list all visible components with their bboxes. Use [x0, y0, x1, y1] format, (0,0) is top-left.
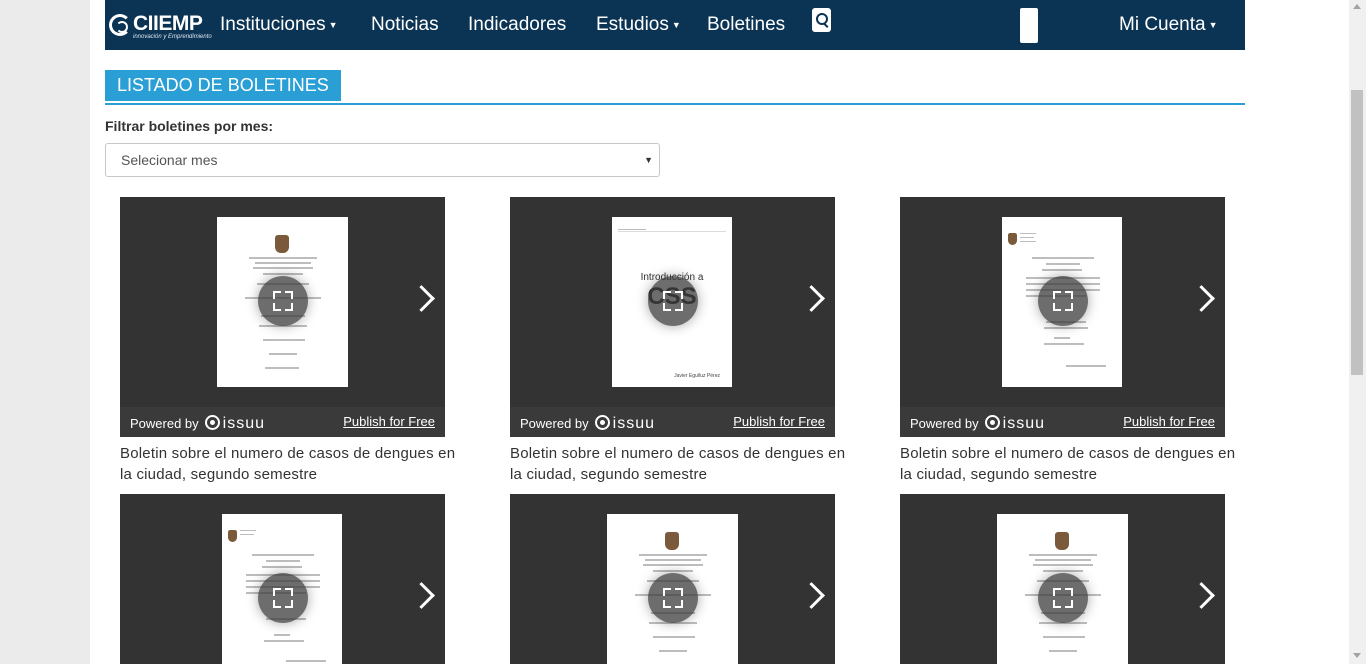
issuu-viewer[interactable]: Powered by issuu Publish for Free [900, 197, 1225, 437]
viewer-footer: Powered by issuu Publish for Free [120, 407, 445, 437]
nav-item-label: Noticias [371, 14, 439, 35]
issuu-viewer[interactable] [900, 494, 1225, 664]
nav-item-indicadores[interactable]: Indicadores [468, 13, 566, 37]
fullscreen-icon[interactable] [1038, 573, 1088, 623]
scroll-up-arrow-icon[interactable] [1353, 4, 1361, 9]
next-page-arrow-icon[interactable] [1190, 285, 1210, 315]
month-select[interactable]: Selecionar mes ▼ [105, 143, 660, 177]
month-select-value: Selecionar mes [121, 152, 218, 168]
fullscreen-icon[interactable] [258, 573, 308, 623]
university-crest-icon [228, 530, 237, 542]
scroll-down-arrow-icon[interactable] [1353, 653, 1361, 658]
filter-label: Filtrar boletines por mes: [105, 118, 274, 134]
nav-search-input[interactable] [1020, 8, 1038, 43]
brand-logo[interactable]: CIIEMP innovación y Emprendimiento [109, 12, 212, 42]
powered-by: Powered by issuu [910, 415, 1046, 432]
section-title: LISTADO DE BOLETINES [105, 70, 341, 101]
ciiemp-logo-icon [109, 14, 131, 36]
powered-by: Powered by issuu [520, 415, 656, 432]
search-icon [816, 13, 828, 25]
next-page-arrow-icon[interactable] [410, 582, 430, 612]
account-menu[interactable]: Mi Cuenta ▼ [1119, 13, 1218, 37]
cover-author: Javier Eguíluz Pérez [674, 373, 720, 379]
bulletin-title[interactable]: Boletin sobre el numero de casos de deng… [510, 443, 850, 485]
next-page-arrow-icon[interactable] [410, 285, 430, 315]
caret-down-icon: ▼ [328, 20, 338, 30]
fullscreen-icon[interactable] [258, 276, 308, 326]
bulletin-title[interactable]: Boletin sobre el numero de casos de deng… [900, 443, 1240, 485]
next-page-arrow-icon[interactable] [800, 285, 820, 315]
nav-item-noticias[interactable]: Noticias [371, 13, 439, 37]
nav-item-instituciones[interactable]: Instituciones ▼ [220, 13, 338, 37]
select-caret-icon: ▼ [644, 155, 653, 165]
account-label: Mi Cuenta [1119, 14, 1206, 36]
fullscreen-icon[interactable] [648, 573, 698, 623]
section-header: LISTADO DE BOLETINES [105, 70, 1245, 105]
vertical-scrollbar[interactable] [1349, 0, 1366, 664]
fullscreen-icon[interactable] [648, 276, 698, 326]
nav-item-label: Estudios [596, 14, 669, 36]
issuu-viewer[interactable]: Powered by issuu Publish for Free [120, 197, 445, 437]
issuu-viewer[interactable] [510, 494, 835, 664]
next-page-arrow-icon[interactable] [800, 582, 820, 612]
nav-item-label: Instituciones [220, 14, 326, 36]
university-crest-icon [1055, 532, 1069, 550]
university-crest-icon [275, 235, 289, 253]
next-page-arrow-icon[interactable] [1190, 582, 1210, 612]
nav-item-estudios[interactable]: Estudios ▼ [596, 13, 681, 37]
caret-down-icon: ▼ [1208, 20, 1218, 30]
viewer-footer: Powered by issuu Publish for Free [900, 407, 1225, 437]
nav-item-boletines[interactable]: Boletines [707, 13, 785, 37]
university-crest-icon [1008, 233, 1017, 245]
bulletin-title[interactable]: Boletin sobre el numero de casos de deng… [120, 443, 460, 485]
top-navbar: CIIEMP innovación y Emprendimiento Insti… [105, 0, 1245, 50]
issuu-viewer[interactable] [120, 494, 445, 664]
nav-item-label: Boletines [707, 14, 786, 35]
issuu-logo-icon [204, 415, 220, 430]
publish-for-free-link[interactable]: Publish for Free [733, 414, 825, 429]
publish-for-free-link[interactable]: Publish for Free [1123, 414, 1215, 429]
publish-for-free-link[interactable]: Publish for Free [343, 414, 435, 429]
fullscreen-icon[interactable] [1038, 276, 1088, 326]
issuu-logo-icon [984, 415, 1000, 430]
viewer-footer: Powered by issuu Publish for Free [510, 407, 835, 437]
search-button[interactable] [812, 8, 831, 32]
powered-by: Powered by issuu [130, 415, 266, 432]
nav-item-label: Indicadores [468, 14, 567, 35]
caret-down-icon: ▼ [671, 20, 681, 30]
scrollbar-thumb[interactable] [1351, 90, 1363, 375]
brand-tagline: innovación y Emprendimiento [133, 34, 212, 40]
issuu-viewer[interactable]: Introducción a CSS Javier Eguíluz Pérez … [510, 197, 835, 437]
issuu-logo-icon [594, 415, 610, 430]
university-crest-icon [665, 532, 679, 550]
brand-name: CIIEMP [133, 12, 203, 35]
